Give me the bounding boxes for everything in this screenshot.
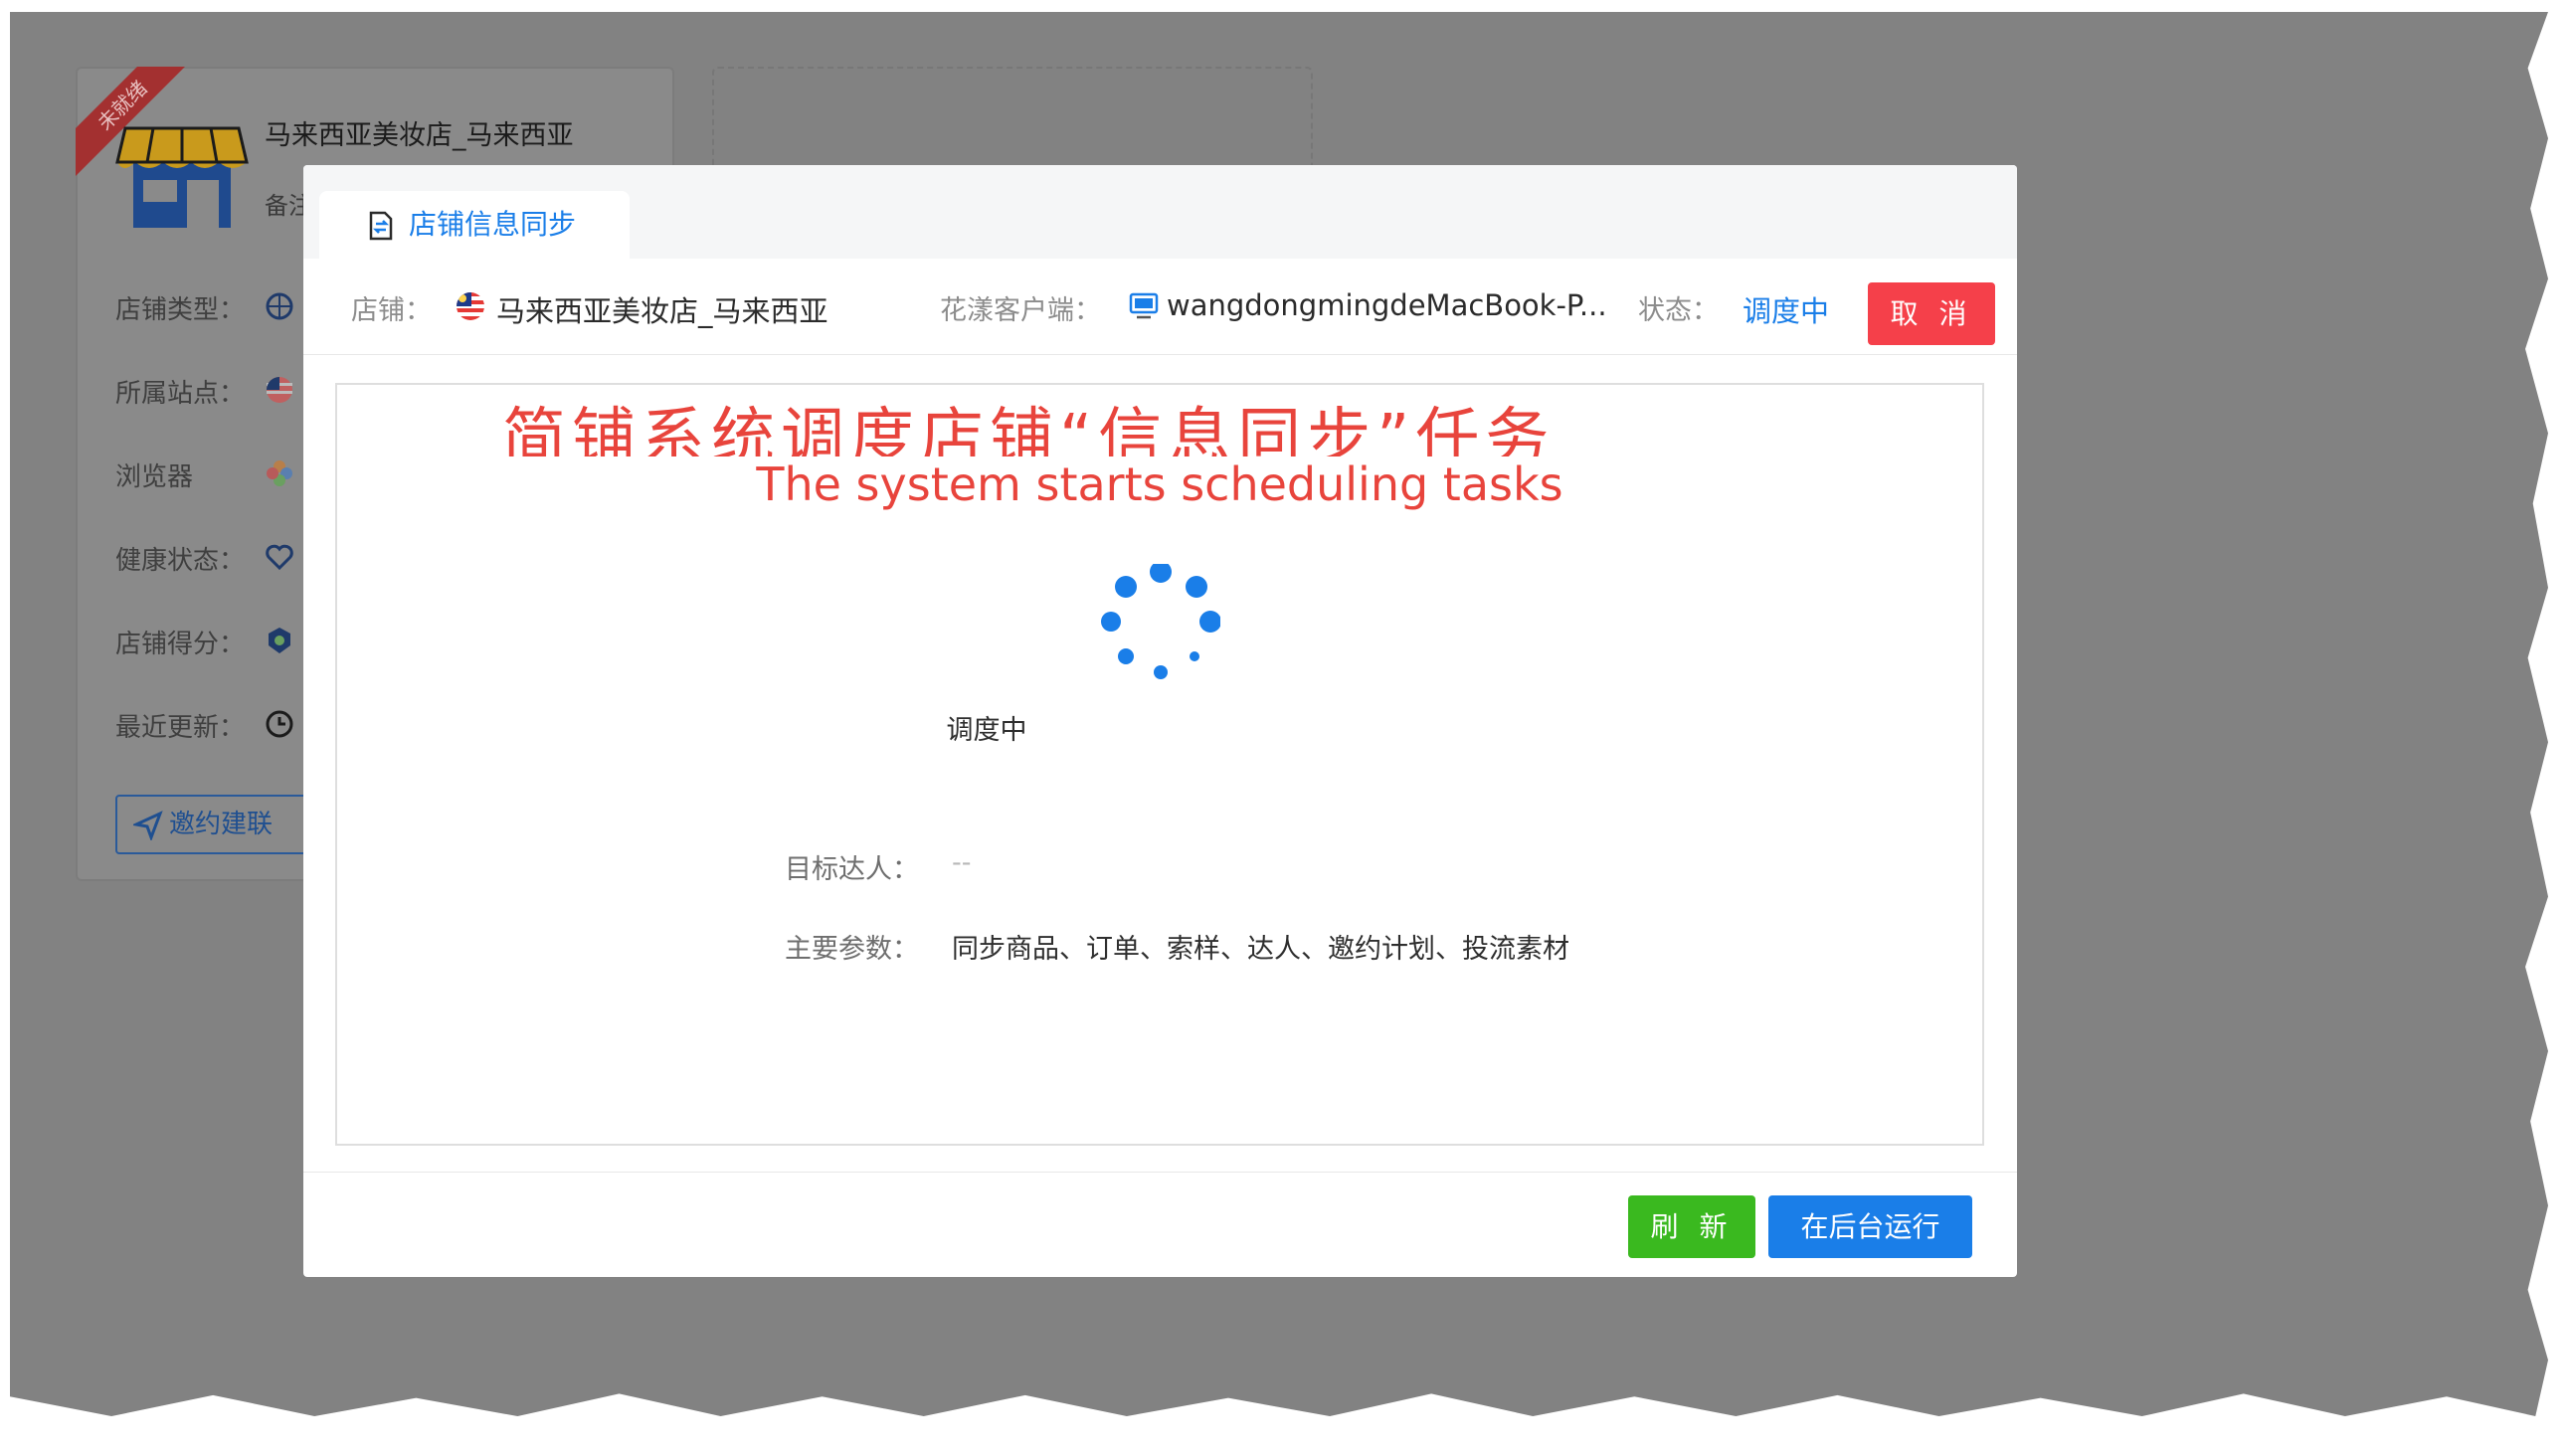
spinner-label: 调度中 bbox=[946, 715, 1027, 746]
target-value: -- bbox=[952, 847, 972, 878]
sync-modal: 店铺信息同步 店铺： 马来西亚美妆店_马来西亚 花漾客户端： wangdongm… bbox=[303, 165, 2017, 1277]
site-row: 所属站点： bbox=[115, 373, 292, 410]
flower-icon bbox=[267, 460, 292, 486]
client-label: 花漾客户端： bbox=[940, 295, 1101, 326]
shop-icon bbox=[115, 126, 249, 228]
malaysia-flag-icon bbox=[267, 377, 292, 403]
store-name-value: 马来西亚美妆店_马来西亚 bbox=[496, 294, 828, 328]
score-row: 店铺得分： bbox=[115, 624, 290, 660]
annotation-title-cn: 简铺系统调度店铺“信息同步”任务 bbox=[502, 402, 1556, 456]
globe-icon bbox=[266, 292, 293, 320]
store-type-label: 店铺类型： bbox=[115, 295, 246, 325]
status-value: 调度中 bbox=[1743, 294, 1830, 328]
invite-button-label: 邀约建联 bbox=[169, 810, 274, 839]
heart-icon bbox=[266, 544, 293, 571]
send-icon bbox=[133, 811, 163, 840]
refresh-button[interactable]: 刷 新 bbox=[1628, 1195, 1755, 1258]
document-sync-icon bbox=[369, 211, 393, 241]
browser-row: 浏览器 bbox=[115, 456, 292, 493]
malaysia-flag-icon bbox=[457, 292, 484, 320]
update-label: 最近更新： bbox=[115, 713, 246, 743]
client-name-value: wangdongmingdeMacBook-P... bbox=[1167, 288, 1607, 322]
tab-store-sync[interactable]: 店铺信息同步 bbox=[319, 191, 630, 259]
modal-tab-bar: 店铺信息同步 bbox=[303, 165, 2017, 259]
run-in-background-button[interactable]: 在后台运行 bbox=[1768, 1195, 1972, 1258]
site-label: 所属站点： bbox=[115, 379, 246, 409]
add-store-card[interactable] bbox=[712, 67, 1313, 178]
task-content: 简铺系统调度店铺“信息同步”任务 The system starts sched… bbox=[335, 383, 1984, 1146]
loading-spinner-icon bbox=[1101, 564, 1220, 679]
cancel-button[interactable]: 取 消 bbox=[1868, 282, 1995, 345]
status-label: 状态： bbox=[1638, 295, 1719, 326]
score-label: 店铺得分： bbox=[115, 630, 246, 659]
mac-client-icon bbox=[1129, 292, 1159, 319]
footer-divider bbox=[303, 1172, 2017, 1173]
params-label: 主要参数： bbox=[785, 934, 919, 965]
store-type-row: 店铺类型： bbox=[115, 289, 293, 326]
update-row: 最近更新： bbox=[115, 707, 293, 744]
clock-icon bbox=[266, 710, 293, 738]
store-name: 马来西亚美妆店_马来西亚 bbox=[265, 120, 574, 151]
target-label: 目标达人： bbox=[785, 854, 919, 885]
browser-label: 浏览器 bbox=[115, 462, 194, 492]
tab-label: 店铺信息同步 bbox=[409, 208, 577, 241]
params-value: 同步商品、订单、索样、达人、邀约计划、投流素材 bbox=[952, 934, 1569, 965]
store-label: 店铺： bbox=[351, 295, 432, 326]
health-row: 健康状态： bbox=[115, 540, 293, 577]
health-label: 健康状态： bbox=[115, 546, 246, 576]
annotation-title-en: The system starts scheduling tasks bbox=[756, 457, 1563, 511]
screenshot-frame: 未就绪 马来西亚美妆店_马来西亚 备注 店铺类型： 所属站点： 浏览器 健康状态… bbox=[10, 12, 2548, 1416]
medal-icon bbox=[269, 628, 290, 653]
task-info-bar: 店铺： 马来西亚美妆店_马来西亚 花漾客户端： wangdongmingdeMa… bbox=[303, 259, 2017, 355]
